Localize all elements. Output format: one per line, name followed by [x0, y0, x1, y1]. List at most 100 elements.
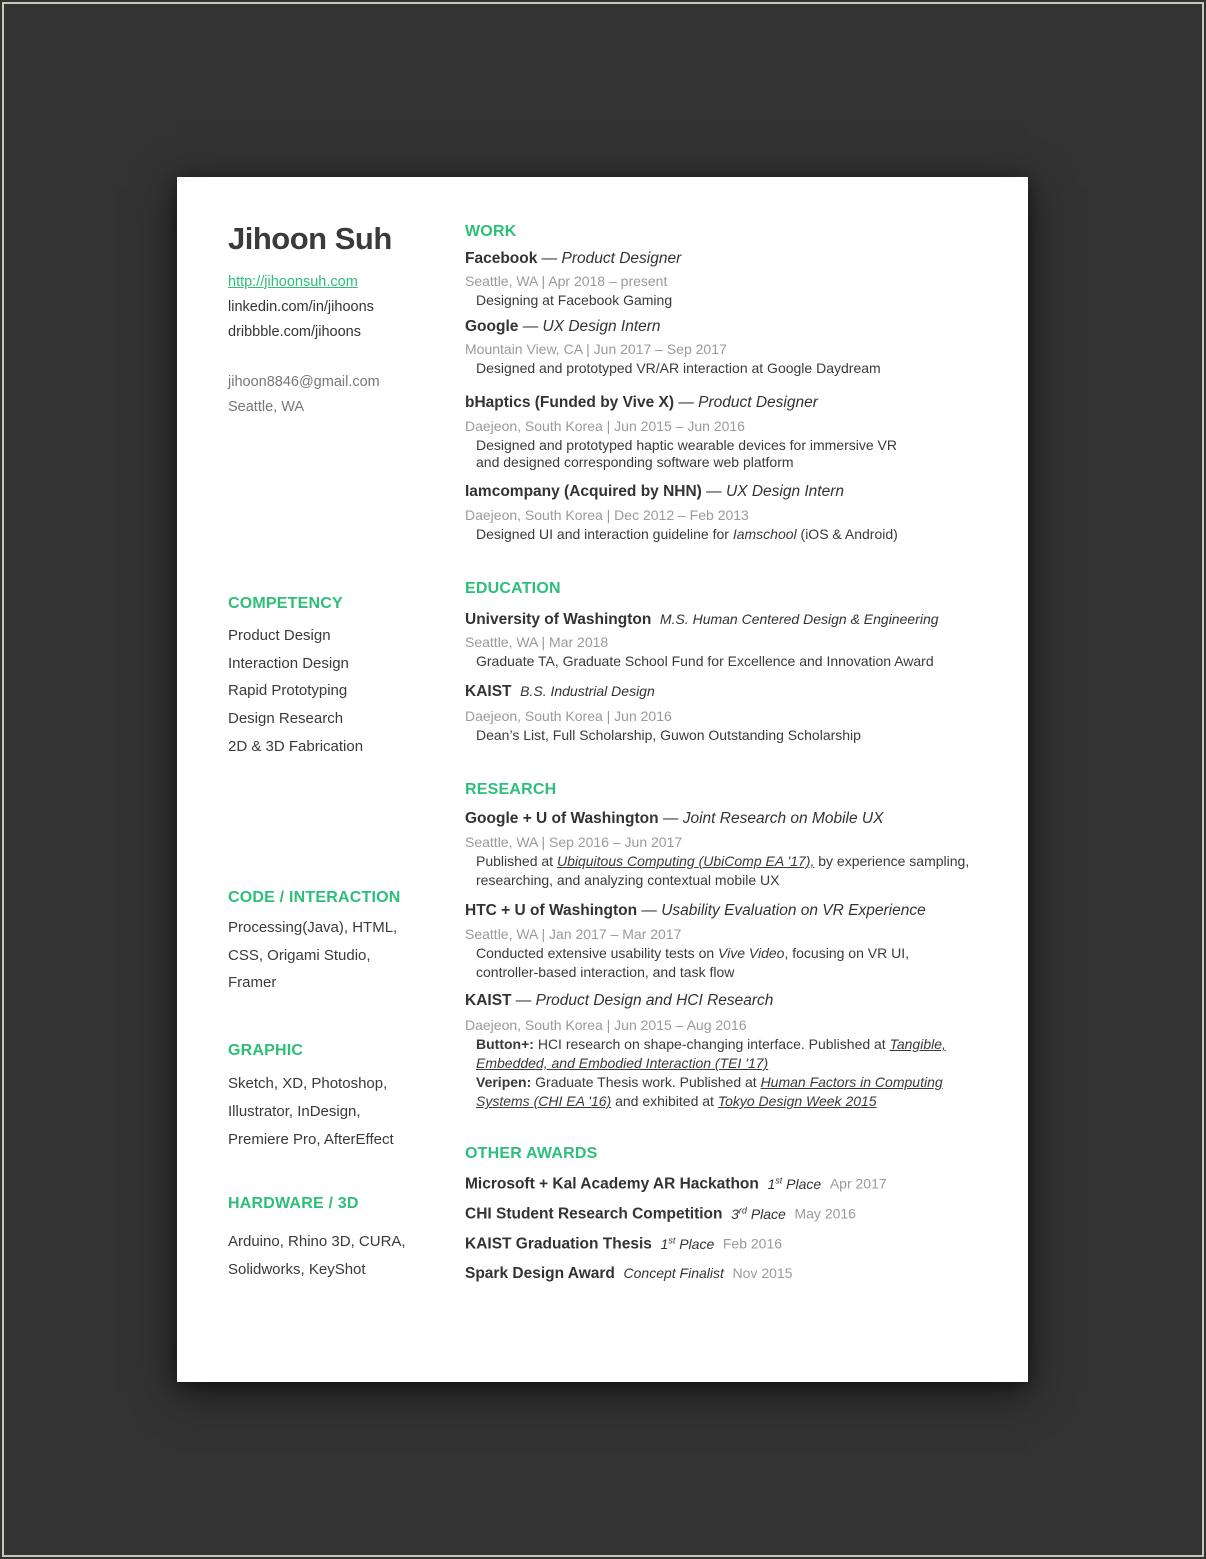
graphic-title: GRAPHIC: [228, 1042, 304, 1059]
code-skills-line: Processing(Java), HTML,: [228, 919, 398, 936]
competency-item: Product Design: [228, 627, 331, 644]
role-title: UX Design Intern: [725, 483, 845, 500]
desc-text: Graduate Thesis work. Published at: [531, 1074, 761, 1090]
publication-link[interactable]: Ubiquitous Computing (UbiComp EA '17),: [557, 853, 814, 869]
code-skills-line: Framer: [228, 974, 277, 991]
work-entry-desc: Designed and prototyped VR/AR interactio…: [476, 360, 881, 376]
education-title: EDUCATION: [465, 580, 561, 597]
publication-link[interactable]: Human Factors in Computing: [761, 1074, 943, 1090]
location-text: Seattle, WA: [228, 399, 305, 415]
education-entry-heading: KAIST B.S. Industrial Design: [465, 683, 655, 701]
dash-separator: —: [706, 483, 726, 500]
research-entry-desc: Systems (CHI EA '16) and exhibited at To…: [476, 1093, 877, 1109]
school-name: KAIST: [465, 683, 512, 700]
award-rank: Concept Finalist: [623, 1265, 724, 1281]
research-entry-desc: Conducted extensive usability tests on V…: [476, 945, 909, 961]
dash-separator: —: [674, 394, 699, 411]
work-entry-desc: Designed UI and interaction guideline fo…: [476, 526, 898, 542]
work-entry-heading: Facebook — Product Designer: [465, 250, 681, 268]
competency-title: COMPETENCY: [228, 595, 343, 612]
work-entry-desc: Designed and prototyped haptic wearable …: [476, 437, 897, 453]
work-entry-desc: and designed corresponding software web …: [476, 454, 794, 470]
award-date: Nov 2015: [732, 1265, 793, 1281]
candidate-name: Jihoon Suh: [228, 221, 392, 256]
award-item: KAIST Graduation Thesis 1st Place Feb 20…: [465, 1235, 782, 1254]
dash-separator: —: [511, 992, 536, 1009]
org-name: Google + U of Washington: [465, 810, 659, 827]
org-name: Iamcompany (Acquired by NHN): [465, 483, 702, 500]
org-name: Facebook: [465, 250, 538, 267]
award-name: CHI Student Research Competition: [465, 1205, 723, 1223]
education-entry-heading: University of Washington M.S. Human Cent…: [465, 611, 939, 629]
awards-title: OTHER AWARDS: [465, 1145, 598, 1162]
desc-text: Published at: [476, 853, 557, 869]
work-entry-meta: Daejeon, South Korea | Dec 2012 – Feb 20…: [465, 507, 749, 523]
competency-item: Rapid Prototyping: [228, 682, 348, 699]
research-entry-desc: Embedded, and Embodied Interaction (TEI …: [476, 1055, 768, 1071]
exhibition-link[interactable]: Tokyo Design Week 2015: [718, 1093, 877, 1109]
org-name: HTC + U of Washington: [465, 902, 638, 919]
code-skills-line: CSS, Origami Studio,: [228, 947, 371, 964]
role-title: UX Design Intern: [542, 318, 661, 335]
degree: B.S. Industrial Design: [520, 683, 655, 699]
work-entry-meta: Mountain View, CA | Jun 2017 – Sep 2017: [465, 341, 727, 357]
research-title: RESEARCH: [465, 781, 557, 798]
project-label: Button+:: [476, 1036, 534, 1052]
email-text[interactable]: jihoon8846@gmail.com: [228, 374, 380, 390]
competency-item: 2D & 3D Fabrication: [228, 738, 364, 755]
linkedin-link[interactable]: linkedin.com/in/jihoons: [228, 299, 374, 315]
research-entry-desc: researching, and analyzing contextual mo…: [476, 872, 780, 888]
publication-link[interactable]: Tangible,: [890, 1036, 946, 1052]
research-entry-heading: HTC + U of Washington — Usability Evalua…: [465, 902, 926, 920]
dash-separator: —: [637, 902, 662, 919]
dash-separator: —: [658, 810, 683, 827]
education-entry-desc: Dean’s List, Full Scholarship, Guwon Out…: [476, 727, 861, 743]
desc-text: Conducted extensive usability tests on: [476, 945, 719, 961]
work-entry-meta: Seattle, WA | Apr 2018 – present: [465, 273, 668, 289]
research-entry-heading: KAIST — Product Design and HCI Research: [465, 992, 773, 1010]
product-name: Iamschool: [732, 526, 797, 542]
research-entry-desc: Veripen: Graduate Thesis work. Published…: [476, 1074, 943, 1090]
award-date: Apr 2017: [829, 1175, 887, 1192]
org-name: KAIST: [465, 992, 512, 1009]
hardware-skills-line: Arduino, Rhino 3D, CURA,: [228, 1233, 406, 1250]
research-entry-meta: Daejeon, South Korea | Jun 2015 – Aug 20…: [465, 1017, 747, 1033]
dash-separator: —: [537, 250, 562, 267]
work-entry-desc: Designing at Facebook Gaming: [476, 292, 673, 308]
work-entry-heading: Google — UX Design Intern: [465, 318, 661, 336]
research-entry-desc: Button+: HCI research on shape-changing …: [476, 1036, 946, 1052]
project-title: Usability Evaluation on VR Experience: [661, 902, 926, 919]
award-name: Spark Design Award: [465, 1265, 615, 1282]
hardware-skills-line: Solidworks, KeyShot: [228, 1261, 366, 1278]
award-date: May 2016: [794, 1205, 856, 1222]
work-entry-meta: Daejeon, South Korea | Jun 2015 – Jun 20…: [465, 418, 745, 434]
role-title: Product Designer: [698, 394, 818, 411]
desc-text: HCI research on shape-changing interface…: [533, 1036, 890, 1052]
research-entry-meta: Seattle, WA | Jan 2017 – Mar 2017: [465, 926, 682, 942]
role-title: Product Designer: [561, 250, 682, 267]
award-rank: 3rd Place: [731, 1205, 786, 1222]
award-item: Spark Design Award Concept Finalist Nov …: [465, 1265, 792, 1283]
desc-text: Designed UI and interaction guideline fo…: [476, 526, 733, 542]
org-name: Google: [465, 318, 519, 335]
dribbble-link[interactable]: dribbble.com/jihoons: [228, 324, 361, 340]
competency-item: Design Research: [228, 710, 344, 727]
project-title: Joint Research on Mobile UX: [682, 810, 884, 827]
graphic-skills-line: Sketch, XD, Photoshop,: [228, 1075, 388, 1092]
code-interaction-title: CODE / INTERACTION: [228, 889, 401, 906]
award-date: Feb 2016: [722, 1235, 783, 1252]
project-title: Product Design and HCI Research: [535, 992, 774, 1009]
org-name: bHaptics (Funded by Vive X): [465, 394, 675, 411]
award-item: CHI Student Research Competition 3rd Pla…: [465, 1205, 856, 1224]
website-link[interactable]: http://jihoonsuh.com: [228, 274, 358, 290]
work-entry-heading: bHaptics (Funded by Vive X) — Product De…: [465, 394, 818, 412]
desc-text: by experience sampling,: [814, 853, 970, 869]
education-entry-meta: Daejeon, South Korea | Jun 2016: [465, 708, 672, 724]
desc-text: (iOS & Android): [796, 526, 898, 542]
product-name: Vive Video: [718, 945, 785, 961]
competency-item: Interaction Design: [228, 655, 349, 672]
publication-link[interactable]: Embedded, and Embodied Interaction (TEI …: [476, 1055, 768, 1071]
work-title: WORK: [465, 223, 517, 240]
publication-link[interactable]: Systems (CHI EA '16): [476, 1093, 611, 1109]
project-label: Veripen:: [476, 1074, 532, 1090]
